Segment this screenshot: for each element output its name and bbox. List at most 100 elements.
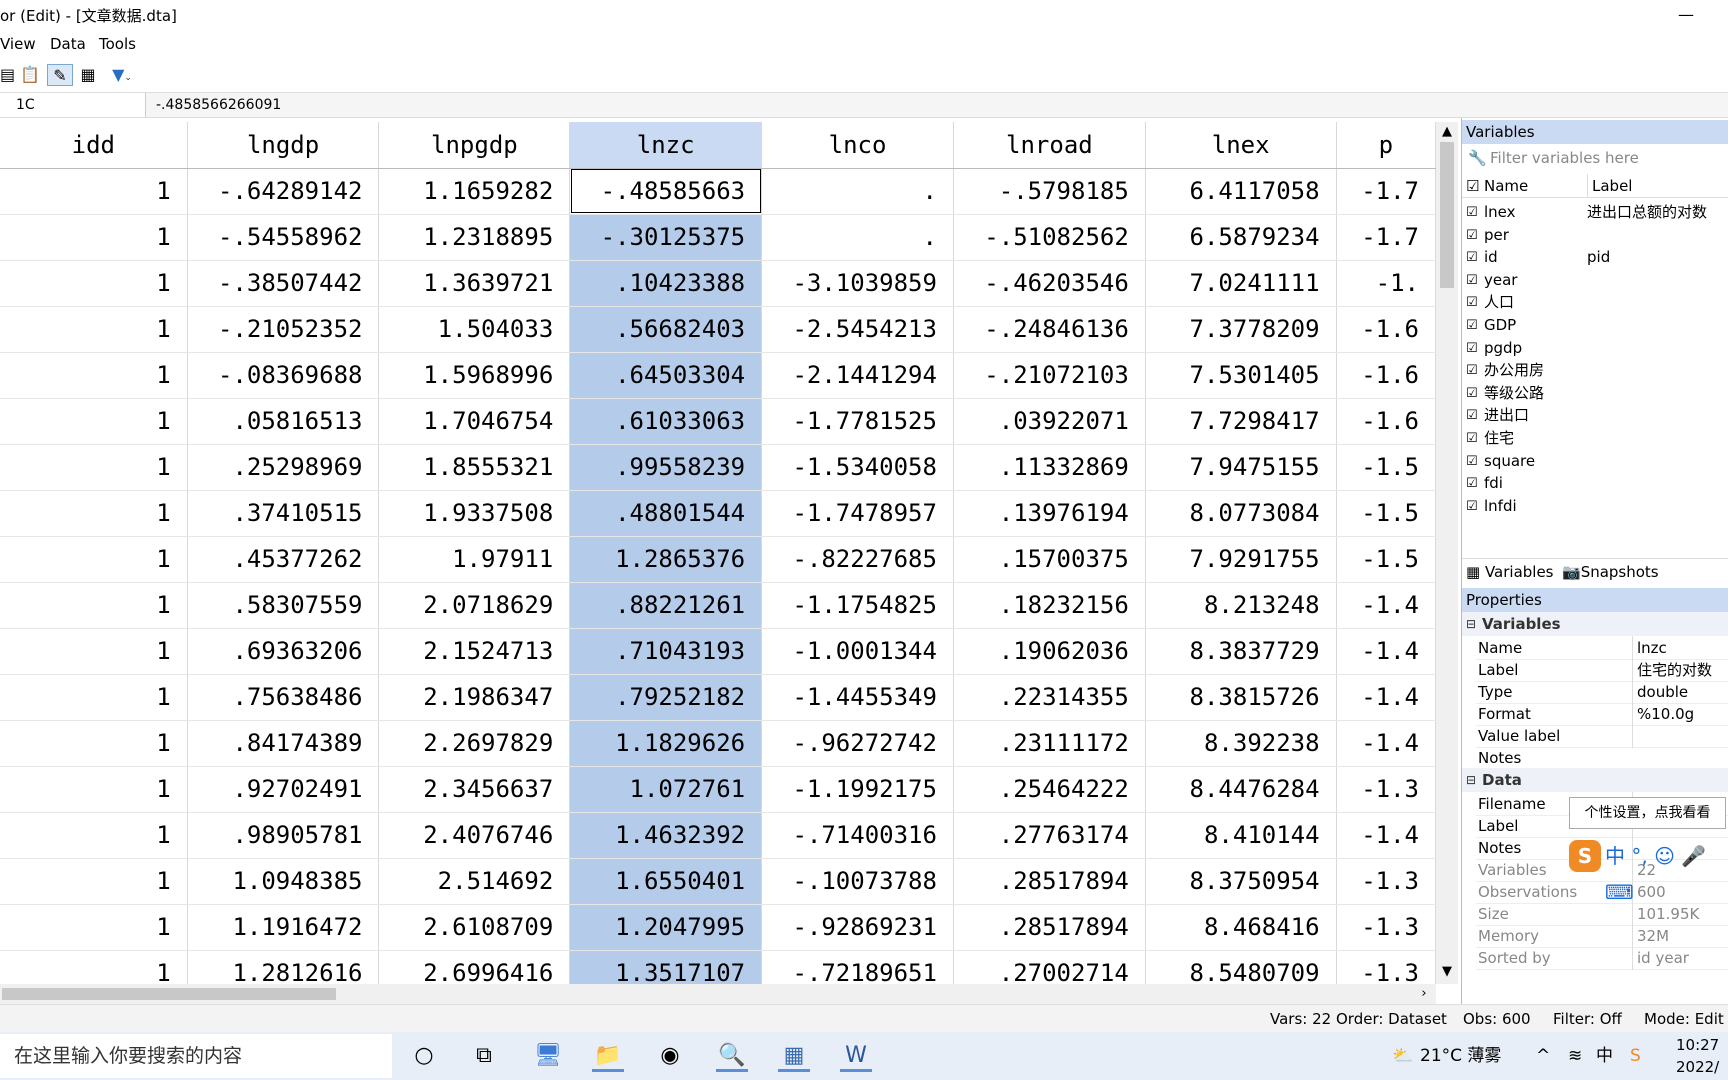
data-cell[interactable]: -1.5: [1336, 444, 1436, 491]
data-cell[interactable]: .61033063: [569, 398, 763, 445]
variable-row[interactable]: ☑ square: [1462, 449, 1728, 474]
data-cell[interactable]: .84174389: [187, 720, 380, 767]
data-cell[interactable]: 1.97911: [378, 536, 571, 583]
taskbar-search-input[interactable]: 在这里输入你要搜索的内容: [0, 1034, 392, 1078]
data-cell[interactable]: 2.0718629: [378, 582, 571, 629]
data-cell[interactable]: 1: [0, 582, 188, 629]
data-cell[interactable]: -1.7: [1336, 168, 1436, 215]
scroll-right-icon[interactable]: ›: [1414, 984, 1434, 1004]
data-cell[interactable]: -.51082562: [953, 214, 1146, 261]
scroll-up-icon[interactable]: ▲: [1436, 124, 1458, 139]
data-cell[interactable]: 7.9291755: [1145, 536, 1337, 583]
data-cell[interactable]: 2.1524713: [378, 628, 571, 675]
data-cell[interactable]: 1: [0, 398, 188, 445]
variable-row[interactable]: ☑ lnfdi: [1462, 494, 1728, 519]
sogou-logo-icon[interactable]: S: [1569, 840, 1601, 872]
variable-checkbox[interactable]: ☑: [1466, 268, 1478, 293]
variable-row[interactable]: ☑ lnex 进出口总额的对数: [1462, 200, 1728, 225]
data-cell[interactable]: -1.4: [1336, 582, 1436, 629]
data-cell[interactable]: 1: [0, 950, 188, 984]
data-cell[interactable]: -1.4: [1336, 720, 1436, 767]
property-value[interactable]: [1632, 724, 1728, 748]
column-header-p[interactable]: p: [1336, 122, 1436, 169]
data-cell[interactable]: 8.468416: [1145, 904, 1337, 951]
data-cell[interactable]: .79252182: [569, 674, 763, 721]
variable-row[interactable]: ☑ per: [1462, 223, 1728, 248]
data-cell[interactable]: 1: [0, 352, 188, 399]
data-cell[interactable]: 1.504033: [378, 306, 571, 353]
data-cell[interactable]: .37410515: [187, 490, 380, 537]
column-header-lnco[interactable]: lnco: [761, 122, 954, 169]
data-cell[interactable]: -.30125375: [569, 214, 763, 261]
cortana-icon[interactable]: ○: [408, 1040, 440, 1072]
data-cell[interactable]: 1: [0, 214, 188, 261]
variable-checkbox[interactable]: ☑: [1466, 426, 1478, 451]
data-cell[interactable]: 1.2047995: [569, 904, 763, 951]
data-cell[interactable]: 1.2318895: [378, 214, 571, 261]
variable-checkbox[interactable]: ☑: [1466, 494, 1478, 519]
column-header-lnroad[interactable]: lnroad: [953, 122, 1146, 169]
data-cell[interactable]: -.24846136: [953, 306, 1146, 353]
horizontal-scroll-thumb[interactable]: [2, 988, 336, 1000]
data-cell[interactable]: 1.0948385: [187, 858, 380, 905]
data-cell[interactable]: -1.7478957: [761, 490, 954, 537]
data-cell[interactable]: -.92869231: [761, 904, 954, 951]
data-cell[interactable]: 8.3750954: [1145, 858, 1337, 905]
data-cell[interactable]: -.46203546: [953, 260, 1146, 307]
data-cell[interactable]: 2.3456637: [378, 766, 571, 813]
data-grid[interactable]: idd lngdp lnpgdp lnzc lnco lnroad lnex p 1 -.642…: [0, 122, 1436, 984]
property-row[interactable]: Value label: [1476, 724, 1728, 748]
data-cell[interactable]: .: [761, 214, 954, 261]
tab-snapshots[interactable]: 📷Snapshots: [1562, 559, 1659, 585]
column-header-lngdp[interactable]: lngdp: [187, 122, 380, 169]
data-cell[interactable]: 6.4117058: [1145, 168, 1337, 215]
data-cell[interactable]: -1.1754825: [761, 582, 954, 629]
minimize-button[interactable]: —: [1666, 2, 1706, 28]
data-cell[interactable]: -1.0001344: [761, 628, 954, 675]
paste-icon[interactable]: ▤: [0, 64, 15, 86]
data-cell[interactable]: -.38507442: [187, 260, 380, 307]
data-cell[interactable]: -1.5: [1336, 536, 1436, 583]
data-cell[interactable]: .64503304: [569, 352, 763, 399]
data-cell[interactable]: 1.4632392: [569, 812, 763, 859]
variable-checkbox[interactable]: ☑: [1466, 358, 1478, 383]
property-row[interactable]: Memory 32M: [1476, 924, 1728, 948]
data-cell[interactable]: .75638486: [187, 674, 380, 721]
data-cell[interactable]: 8.4476284: [1145, 766, 1337, 813]
data-cell[interactable]: -1.4: [1336, 812, 1436, 859]
input-method-icon[interactable]: 中: [1596, 1032, 1613, 1080]
data-cell[interactable]: -1.7: [1336, 214, 1436, 261]
data-cell[interactable]: -.08369688: [187, 352, 380, 399]
data-cell[interactable]: 1: [0, 444, 188, 491]
data-cell[interactable]: -2.1441294: [761, 352, 954, 399]
data-cell[interactable]: .10423388: [569, 260, 763, 307]
data-cell[interactable]: 1: [0, 766, 188, 813]
clock[interactable]: 10:27 2022/: [1676, 1034, 1719, 1078]
data-cell[interactable]: -1.5340058: [761, 444, 954, 491]
variable-row[interactable]: ☑ id pid: [1462, 245, 1728, 270]
data-cell[interactable]: -1.4455349: [761, 674, 954, 721]
variable-row[interactable]: ☑ year: [1462, 268, 1728, 293]
grid-icon[interactable]: ▦: [76, 64, 100, 86]
property-value[interactable]: 32M: [1632, 924, 1728, 948]
menu-data[interactable]: Data: [50, 35, 86, 53]
variable-checkbox[interactable]: ☑: [1466, 336, 1478, 361]
data-cell[interactable]: .45377262: [187, 536, 380, 583]
property-row[interactable]: Label 住宅的对数: [1476, 658, 1728, 682]
variable-row[interactable]: ☑ pgdp: [1462, 336, 1728, 361]
data-cell[interactable]: 1.3639721: [378, 260, 571, 307]
data-cell[interactable]: -.82227685: [761, 536, 954, 583]
data-cell[interactable]: 1.7046754: [378, 398, 571, 445]
data-cell[interactable]: .05816513: [187, 398, 380, 445]
file-explorer-icon[interactable]: 📁: [592, 1040, 624, 1072]
data-cell[interactable]: 2.2697829: [378, 720, 571, 767]
data-cell[interactable]: 1.072761: [569, 766, 763, 813]
data-cell[interactable]: .88221261: [569, 582, 763, 629]
data-cell[interactable]: .27763174: [953, 812, 1146, 859]
data-cell[interactable]: 1: [0, 490, 188, 537]
ime-tooltip[interactable]: 个性设置，点我看看: [1569, 797, 1726, 829]
data-cell[interactable]: 2.6996416: [378, 950, 571, 984]
data-cell[interactable]: -1.5: [1336, 490, 1436, 537]
data-cell[interactable]: -1.6: [1336, 306, 1436, 353]
variable-checkbox[interactable]: ☑: [1466, 471, 1478, 496]
